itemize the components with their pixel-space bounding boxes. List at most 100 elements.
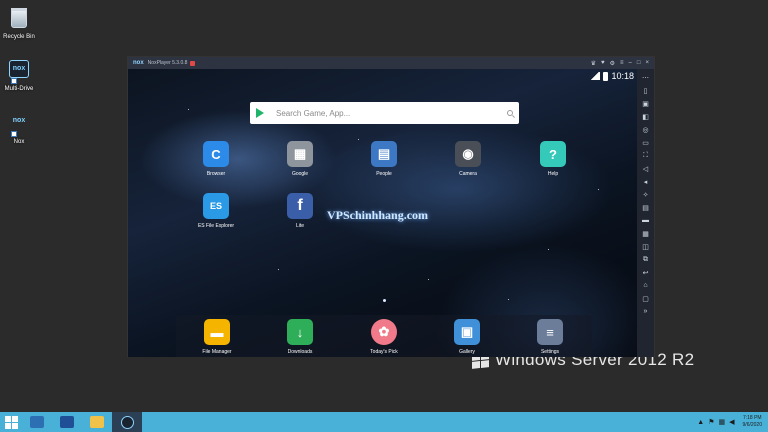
speaker-icon[interactable]: ◀ bbox=[729, 418, 734, 426]
volume-down-icon[interactable]: ◂ bbox=[641, 176, 651, 187]
screenshot-icon[interactable]: ▣ bbox=[641, 98, 651, 109]
app-people[interactable]: ▤ People bbox=[359, 141, 409, 177]
recycle-bin-icon bbox=[11, 8, 27, 28]
menu-icon[interactable]: ≡ bbox=[620, 60, 624, 67]
apk-install-icon[interactable]: ◧ bbox=[641, 111, 651, 122]
app-label: Browser bbox=[206, 171, 226, 177]
dock-downloads[interactable]: ↓ Downloads bbox=[275, 319, 325, 355]
app-label: Lite bbox=[295, 223, 305, 229]
volume-up-icon[interactable]: ◁ bbox=[641, 163, 651, 174]
dock-label: Gallery bbox=[459, 349, 475, 355]
app-help[interactable]: ? Help bbox=[528, 141, 578, 177]
app-label: People bbox=[376, 171, 392, 177]
dock-gallery[interactable]: ▣ Gallery bbox=[442, 319, 492, 355]
nox-taskbar-icon bbox=[120, 415, 134, 429]
android-status-bar: 10:18 bbox=[590, 71, 634, 81]
search-input[interactable]: Search Game, App... bbox=[276, 109, 507, 118]
app-es-file-explorer[interactable]: ES ES File Explorer bbox=[191, 193, 241, 229]
multi-instance-icon[interactable]: ▤ bbox=[641, 202, 651, 213]
dock-label: File Manager bbox=[202, 349, 232, 355]
location-icon[interactable]: ◎ bbox=[641, 124, 651, 135]
taskbar-server-manager[interactable] bbox=[22, 412, 52, 432]
shake-icon[interactable]: ✧ bbox=[641, 189, 651, 200]
app-facebook-lite[interactable]: f Lite bbox=[275, 193, 325, 229]
dock-label: Downloads bbox=[287, 349, 313, 355]
update-badge-icon[interactable] bbox=[190, 60, 196, 66]
account-icon[interactable]: ♥ bbox=[601, 60, 605, 67]
taskbar-file-explorer[interactable] bbox=[82, 412, 112, 432]
app-google[interactable]: ▦ Google bbox=[275, 141, 325, 177]
flag-icon[interactable]: ⚑ bbox=[708, 418, 714, 426]
keyboard-icon[interactable]: ▭ bbox=[641, 137, 651, 148]
dock-label: Settings bbox=[540, 349, 560, 355]
clock[interactable]: 7:18 PM 9/6/2020 bbox=[743, 415, 762, 429]
app-label: ES File Explorer bbox=[197, 223, 235, 229]
system-tray: ▲ ⚑ ▦ ◀ 7:18 PM 9/6/2020 bbox=[697, 415, 768, 429]
desktop-icon-label: Multi-Drive bbox=[4, 86, 34, 92]
app-label: Help bbox=[547, 171, 559, 177]
google-play-icon bbox=[256, 108, 264, 118]
google-folder-icon: ▦ bbox=[287, 141, 313, 167]
network-icon[interactable]: ▦ bbox=[719, 418, 726, 426]
app-label: Google bbox=[291, 171, 309, 177]
back-icon[interactable]: ↩ bbox=[641, 267, 651, 278]
recent-apps-icon[interactable]: ▢ bbox=[641, 293, 651, 304]
close-icon[interactable]: × bbox=[645, 60, 649, 67]
macro-icon[interactable]: ◫ bbox=[641, 241, 651, 252]
nox-app-icon: nox bbox=[12, 117, 26, 124]
taskbar-powershell[interactable] bbox=[52, 412, 82, 432]
minimize-icon[interactable]: – bbox=[629, 60, 632, 67]
file-explorer-icon bbox=[90, 416, 104, 428]
app-dock: ▬ File Manager ↓ Downloads ✿ Today's Pic… bbox=[176, 315, 592, 357]
clock-date: 9/6/2020 bbox=[742, 422, 762, 428]
nox-multi-drive-icon: nox bbox=[9, 60, 29, 78]
copy-icon[interactable]: ⧉ bbox=[641, 254, 651, 265]
battery-icon bbox=[603, 71, 609, 81]
folder-icon[interactable]: ▬ bbox=[641, 215, 651, 226]
desktop-icon-label: Nox bbox=[13, 139, 25, 145]
nox-title-bar[interactable]: nox NoxPlayer 5.3.0.8 ♛ ♥ ⚙ ≡ – □ × bbox=[128, 57, 654, 69]
app-browser[interactable]: C Browser bbox=[191, 141, 241, 177]
file-manager-icon: ▬ bbox=[204, 319, 230, 345]
dock-todays-pick[interactable]: ✿ Today's Pick bbox=[359, 319, 409, 355]
powershell-icon bbox=[60, 416, 74, 428]
more-icon[interactable]: ⋯ bbox=[641, 72, 651, 83]
settings-icon[interactable]: ⚙ bbox=[610, 60, 615, 67]
shortcut-arrow-icon bbox=[11, 131, 17, 137]
start-button[interactable] bbox=[0, 412, 22, 432]
browser-icon: C bbox=[203, 141, 229, 167]
maximize-icon[interactable]: □ bbox=[637, 60, 641, 67]
resize-icon[interactable]: ⛶ bbox=[641, 150, 651, 161]
dock-label: Today's Pick bbox=[370, 349, 398, 355]
desktop-icon-nox[interactable]: nox Nox bbox=[0, 111, 38, 145]
search-bar[interactable]: Search Game, App... bbox=[250, 102, 519, 124]
dock-file-manager[interactable]: ▬ File Manager bbox=[192, 319, 242, 355]
search-icon[interactable] bbox=[507, 110, 513, 116]
status-time: 10:18 bbox=[611, 71, 634, 81]
android-screen: 10:18 Search Game, App... C Browser ▦ Go… bbox=[128, 69, 638, 357]
window-controls: ♛ ♥ ⚙ ≡ – □ × bbox=[591, 60, 649, 67]
help-icon: ? bbox=[540, 141, 566, 167]
app-camera[interactable]: ◉ Camera bbox=[443, 141, 493, 177]
dock-settings[interactable]: ≡ Settings bbox=[525, 319, 575, 355]
server-manager-icon bbox=[30, 416, 44, 428]
todays-pick-icon: ✿ bbox=[371, 319, 397, 345]
site-watermark: VPSchinhhang.com bbox=[327, 208, 429, 222]
phone-icon[interactable]: ▯ bbox=[641, 85, 651, 96]
record-icon[interactable]: ▦ bbox=[641, 228, 651, 239]
settings-app-icon: ≡ bbox=[537, 319, 563, 345]
camera-icon: ◉ bbox=[455, 141, 481, 167]
nox-side-toolbar: ⋯ ▯ ▣ ◧ ◎ ▭ ⛶ ◁ ◂ ✧ ▤ ▬ ▦ ◫ ⧉ ↩ ⌂ ▢ » bbox=[637, 69, 654, 357]
show-hidden-icons-icon[interactable]: ▲ bbox=[697, 419, 704, 426]
desktop-icon-recycle-bin[interactable]: Recycle Bin bbox=[0, 6, 38, 40]
desktop-icon-label: Recycle Bin bbox=[3, 34, 35, 40]
gallery-icon: ▣ bbox=[454, 319, 480, 345]
expand-icon[interactable]: » bbox=[641, 306, 651, 317]
home-icon[interactable]: ⌂ bbox=[641, 280, 651, 291]
wifi-icon bbox=[590, 72, 601, 80]
downloads-icon: ↓ bbox=[287, 319, 313, 345]
facebook-lite-icon: f bbox=[287, 193, 313, 219]
desktop-icon-multi-drive[interactable]: nox Multi-Drive bbox=[0, 58, 38, 92]
gift-icon[interactable]: ♛ bbox=[591, 60, 596, 67]
taskbar-nox-player[interactable] bbox=[112, 412, 142, 432]
